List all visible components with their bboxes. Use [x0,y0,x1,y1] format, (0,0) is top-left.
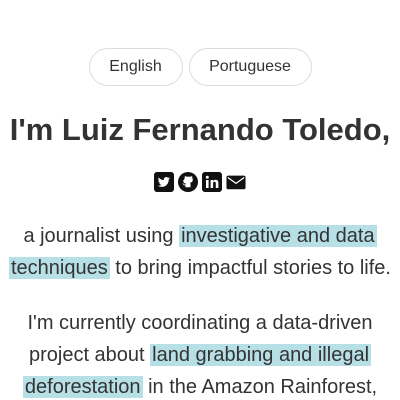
email-link[interactable] [226,172,246,192]
intro-paragraph-2: I'm currently coordinating a data-driven… [0,307,400,400]
intro-paragraph-1: a journalist using investigative and dat… [0,220,400,284]
twitter-link[interactable] [154,172,174,192]
intro-text: in the Amazon Rainforest, [142,376,378,398]
twitter-icon [154,172,174,192]
highlight-text: investigative and data [179,225,377,247]
envelope-icon [226,175,246,190]
english-button[interactable]: English [88,48,183,86]
page-title: I'm Luiz Fernando Toledo, [9,112,391,147]
linkedin-link[interactable] [202,172,222,192]
intro-text: to bring impactful stories to life. [109,257,391,279]
highlight-text: deforestation [22,376,143,398]
social-links [0,172,400,192]
language-switcher: English Portuguese [0,48,400,86]
github-link[interactable] [178,172,198,192]
linkedin-icon [202,172,222,192]
highlight-text: land grabbing and illegal [150,344,372,366]
highlight-text: techniques [9,257,110,279]
portuguese-button[interactable]: Portuguese [188,48,312,86]
github-icon [178,172,198,192]
intro-text: a journalist using [23,225,180,247]
